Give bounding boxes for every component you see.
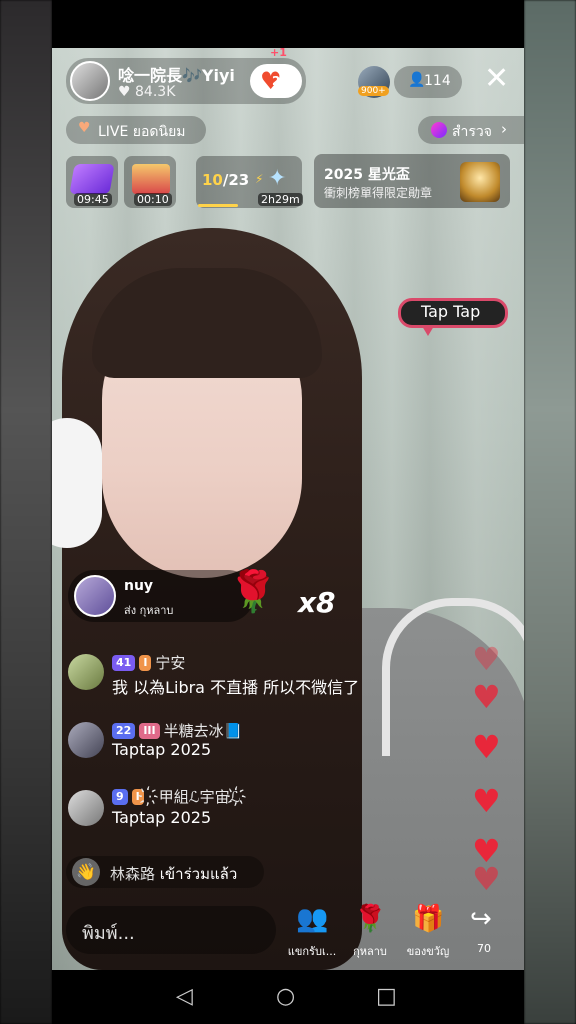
floating-heart-icon: ♥ <box>472 640 501 678</box>
goal-current: 10 <box>202 171 223 189</box>
gift-box-icon[interactable]: 🎁 <box>412 904 444 934</box>
host-likes: ♥ 84.3K <box>118 84 176 100</box>
wave-hand-icon: 👋 <box>72 858 100 886</box>
star-icon: ✦ <box>268 166 287 191</box>
heart-icon: ♥ <box>78 120 91 136</box>
comment-text: Taptap 2025 <box>112 808 212 827</box>
event-subtitle: 衝刺榜單得限定勛章 <box>324 186 433 200</box>
goal-progress: 10/23 <box>202 171 249 189</box>
gift-action: ส่ง กุหลาบ <box>124 604 174 617</box>
recents-icon[interactable]: □ <box>376 984 397 1009</box>
viewer-count: 114 <box>424 73 451 89</box>
event-title: 2025 星光盃 <box>324 167 410 183</box>
guests-label: แขกรับเ... <box>287 945 337 958</box>
rose-label: กุหลาบ <box>353 945 387 958</box>
trophy-icon <box>460 162 500 202</box>
comment-header: 22 III 半糖去冰📘 <box>112 720 242 741</box>
join-text: เข้าร่วมแล้ว <box>159 865 238 883</box>
comment-text: 我 以為Libra 不直播 所以不微信了 <box>112 678 360 697</box>
comment-avatar[interactable] <box>68 654 104 690</box>
floating-heart-icon: ♥ <box>472 782 501 820</box>
background-blur-right <box>524 0 576 1024</box>
home-icon[interactable]: ○ <box>276 984 295 1009</box>
phone-screen: 唸一院長🎶Yiyi ♥ 84.3K +1 ♥ 20 900+ 👤 114 ✕ ♥… <box>52 0 524 1024</box>
floating-heart-icon: ♥ <box>472 728 501 766</box>
rose-icon: 🌹 <box>228 569 278 615</box>
fan-badge: I <box>139 654 152 671</box>
back-icon[interactable]: ◁ <box>176 984 193 1009</box>
goal-progress-bar <box>198 204 238 207</box>
fan-badge: III <box>139 722 160 739</box>
taptap-bubble-tail <box>422 326 434 336</box>
explore-label: สำรวจ <box>452 124 492 140</box>
comment-username[interactable]: ·҉甲組ℒ宇宙ℒ҉ <box>148 788 247 806</box>
comment-text: Taptap 2025 <box>112 740 212 759</box>
host-name: 唸一院長🎶Yiyi <box>118 66 235 85</box>
follow-button[interactable]: ♥ 20 <box>250 64 302 98</box>
floating-heart-icon: ♥ <box>472 678 501 716</box>
taptap-bubble-text: Tap Tap <box>421 302 481 321</box>
goal-total: /23 <box>222 171 250 189</box>
bolt-icon: ⚡ <box>255 172 264 186</box>
level-badge: 22 <box>112 722 136 739</box>
rose-gift-icon[interactable]: 🌹 <box>354 904 386 934</box>
host-likes-count: 84.3K <box>135 84 176 100</box>
comment-username[interactable]: 半糖去冰📘 <box>164 722 243 740</box>
close-icon[interactable]: ✕ <box>484 64 509 94</box>
comment-input-placeholder: พิมพ์... <box>82 923 135 944</box>
join-username: 林森路 <box>110 865 156 883</box>
share-count: 70 <box>477 942 491 955</box>
goal-timer: 2h29m <box>258 193 303 206</box>
host-avatar[interactable] <box>70 61 110 101</box>
gem-icon <box>69 164 115 194</box>
explore-icon <box>431 122 447 138</box>
overlay-ui: 唸一院長🎶Yiyi ♥ 84.3K +1 ♥ 20 900+ 👤 114 ✕ ♥… <box>52 0 524 1024</box>
live-popular-label: LIVE ยอดนิยม <box>98 124 186 140</box>
background-blur-left <box>0 0 52 1024</box>
top-viewer-badge: 900+ <box>358 86 389 96</box>
join-message: 林森路 เข้าร่วมแล้ว <box>110 862 237 886</box>
guests-icon[interactable]: 👥 <box>296 904 328 934</box>
follow-count: 20 <box>272 74 289 88</box>
level-badge: 41 <box>112 654 136 671</box>
comment-avatar[interactable] <box>68 790 104 826</box>
person-icon: 👤 <box>408 72 426 88</box>
comment-header: 9 I ·҉甲組ℒ宇宙ℒ҉ <box>112 786 247 807</box>
chevron-right-icon: › <box>501 120 507 138</box>
comment-avatar[interactable] <box>68 722 104 758</box>
tile-timer: 00:10 <box>134 193 172 206</box>
gift-multiplier: x8 <box>298 586 336 619</box>
floating-heart-icon: ♥ <box>472 860 501 898</box>
treasure-box-icon <box>132 164 170 194</box>
tile-timer: 09:45 <box>74 193 112 206</box>
comment-header: 41 I 宁安 <box>112 652 185 673</box>
comment-username[interactable]: 宁安 <box>155 654 185 672</box>
fan-badge: I <box>131 788 144 805</box>
level-badge: 9 <box>112 788 128 805</box>
gift-sender-name: nuy <box>124 578 154 594</box>
follow-plus-one: +1 <box>270 46 287 59</box>
gift-label: ของขวัญ <box>406 945 450 958</box>
gift-sender-avatar[interactable] <box>74 575 116 617</box>
share-icon[interactable]: ↪ <box>470 904 492 934</box>
